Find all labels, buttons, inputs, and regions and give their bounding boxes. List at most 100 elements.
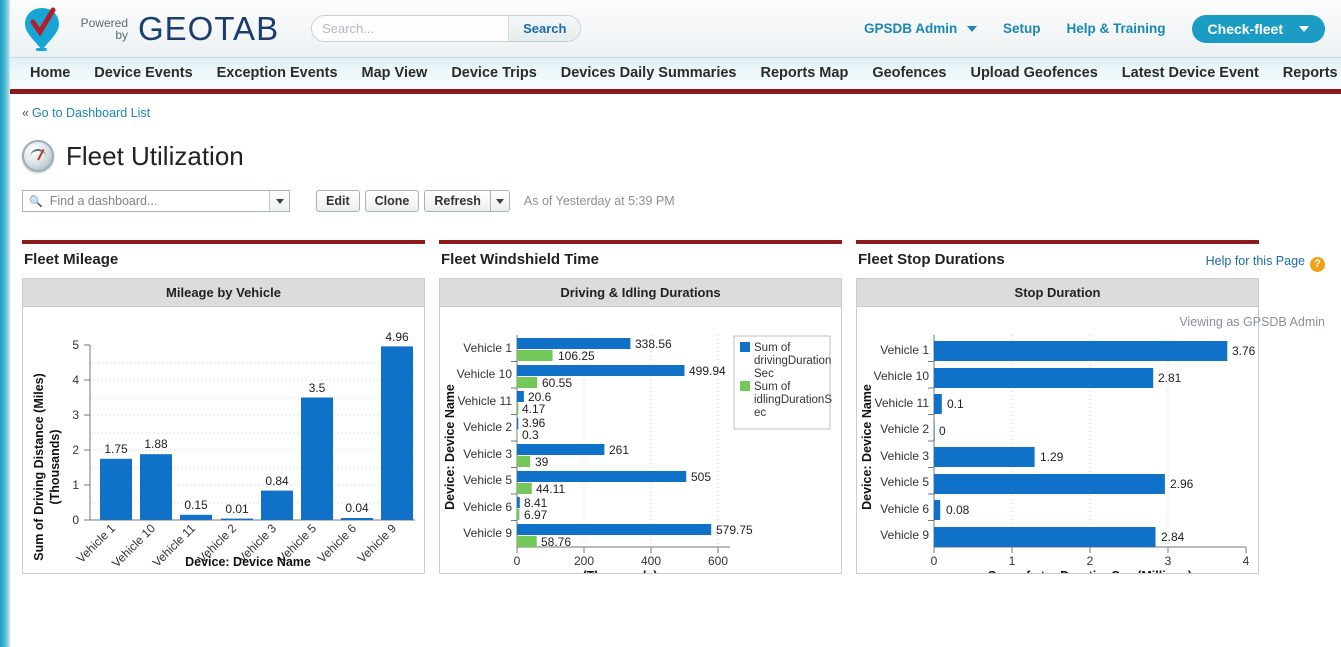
dashboard-column-fleet-windshield-time: Fleet Windshield Time Driving & Idling D… [439, 240, 842, 574]
chart2-bar-driving-vehicle-1[interactable] [517, 338, 631, 349]
chart2-bar-driving-vehicle-3[interactable] [517, 444, 605, 455]
global-search[interactable]: Search [311, 15, 582, 42]
chart1-ytick-3: 3 [72, 408, 79, 422]
chart3-xtick-3: 3 [1165, 554, 1172, 568]
help-for-this-page[interactable]: Help for this Page? [1206, 254, 1325, 272]
tab-device-events[interactable]: Device Events [82, 58, 204, 89]
chart3-ytick-1: Vehicle 10 [874, 369, 930, 383]
find-dashboard-dropdown-button[interactable] [269, 191, 289, 211]
clone-button[interactable]: Clone [364, 190, 420, 212]
chart2-bar-driving-vehicle-2[interactable] [517, 418, 519, 429]
chart2-ytick-3: Vehicle 2 [463, 420, 512, 434]
chart2-bar-driving-vehicle-9[interactable] [517, 524, 712, 535]
chart2-bar-driving-vehicle-6[interactable] [517, 497, 520, 508]
tab-geofences[interactable]: Geofences [860, 58, 958, 89]
tab-map-view[interactable]: Map View [350, 58, 440, 89]
find-dashboard-combobox[interactable]: 🔍 [22, 190, 290, 212]
chart2-bar-idling-vehicle-5[interactable] [517, 483, 532, 494]
chart1-xtick-6: Vehicle 6 [315, 521, 360, 566]
chart3-xtick-4: 4 [1243, 554, 1250, 568]
search-button[interactable]: Search [508, 16, 581, 41]
find-dashboard-input[interactable] [47, 192, 269, 210]
tab-reports-map[interactable]: Reports Map [748, 58, 860, 89]
chart1-value-vehicle-10: 1.88 [144, 437, 168, 451]
tab-device-trips[interactable]: Device Trips [439, 58, 548, 89]
chart2-ytick-4: Vehicle 3 [463, 447, 512, 461]
chart1-bar-vehicle-10[interactable] [140, 454, 172, 520]
chart2-bar-driving-vehicle-10[interactable] [517, 365, 685, 376]
chart2-bar-idling-vehicle-10[interactable] [517, 377, 538, 388]
chart-stop-duration[interactable]: Device: Device Name Vehicle 1 Vehicle 10 [857, 307, 1258, 573]
chart2-legend-driving-l2: drivingDuration [754, 355, 831, 367]
app-switcher-check-fleet[interactable]: Check-fleet [1191, 14, 1325, 43]
chart3-ytick-5: Vehicle 5 [880, 475, 929, 489]
chart3-bar-vehicle-11[interactable] [934, 394, 942, 414]
chart1-bar-vehicle-5[interactable] [301, 397, 333, 521]
chart2-value-driving-vehicle-9: 579.75 [716, 523, 753, 537]
chart1-bar-vehicle-3[interactable] [261, 490, 293, 520]
chart3-bar-vehicle-6[interactable] [934, 500, 941, 520]
dashboard-column-fleet-mileage: Fleet Mileage Mileage by Vehicle Sum of … [22, 240, 425, 574]
chart3-bar-vehicle-2[interactable] [934, 421, 935, 441]
refresh-dropdown-button[interactable] [489, 190, 510, 212]
chart1-bar-vehicle-2[interactable] [221, 518, 253, 520]
chart1-bar-vehicle-6[interactable] [341, 518, 373, 520]
user-menu-gpsdb-admin[interactable]: GPSDB Admin [864, 21, 977, 36]
chart2-bar-driving-vehicle-11[interactable] [517, 391, 524, 402]
chart2-ytick-7: Vehicle 9 [463, 526, 512, 540]
chart1-bar-vehicle-1[interactable] [100, 458, 132, 520]
tab-devices-daily-summaries[interactable]: Devices Daily Summaries [549, 58, 749, 89]
dashboard-toolbar: 🔍 Edit Clone Refresh As of Yesterday at … [22, 190, 1325, 212]
chart2-value-idling-vehicle-9: 58.76 [541, 535, 571, 549]
chart1-value-vehicle-1: 1.75 [104, 442, 128, 456]
brand-area: Powered by GEOTAB [22, 6, 279, 52]
chart2-bar-idling-vehicle-1[interactable] [517, 350, 553, 361]
tab-latest-device-event[interactable]: Latest Device Event [1110, 58, 1271, 89]
chart1-value-vehicle-5: 3.5 [309, 381, 326, 395]
chart-driving-idling-durations[interactable]: Device: Device Name Vehicle 1 Vehicle 10… [440, 307, 841, 573]
chart3-xtick-0: 0 [931, 554, 938, 568]
top-header-bar: Powered by GEOTAB Search GPSDB Admin Set… [0, 0, 1341, 58]
setup-link[interactable]: Setup [1003, 21, 1041, 36]
chart1-ytick-5: 5 [72, 338, 79, 352]
refresh-button[interactable]: Refresh [424, 190, 490, 212]
chart1-y-axis: 0 1 2 3 4 5 [72, 338, 91, 527]
chart1-ytick-4: 4 [72, 373, 79, 387]
chart3-x-tick-labels: 0 1 2 3 4 [931, 547, 1250, 568]
chart3-bar-vehicle-5[interactable] [934, 474, 1165, 494]
tab-reports[interactable]: Reports [1271, 58, 1341, 89]
chart2-value-driving-vehicle-5: 505 [691, 470, 711, 484]
chart2-xtick-2: 400 [641, 554, 661, 568]
left-edge-accent-strip [0, 0, 10, 647]
chart3-bar-vehicle-3[interactable] [934, 447, 1035, 467]
chart2-value-idling-vehicle-11: 4.17 [522, 402, 546, 416]
chart2-bar-driving-vehicle-5[interactable] [517, 471, 687, 482]
edit-button[interactable]: Edit [316, 190, 360, 212]
search-icon: 🔍 [29, 195, 43, 208]
dashboard-grid: Fleet Mileage Mileage by Vehicle Sum of … [22, 240, 1325, 574]
chart3-bar-vehicle-10[interactable] [934, 368, 1154, 388]
chart2-bar-idling-vehicle-2[interactable] [517, 430, 518, 441]
chart1-bar-vehicle-9[interactable] [381, 346, 413, 520]
help-for-this-page-link[interactable]: Help for this Page [1206, 254, 1305, 268]
chart2-bar-idling-vehicle-6[interactable] [517, 509, 520, 520]
chart1-value-vehicle-9: 4.96 [385, 330, 409, 344]
chart2-bar-idling-vehicle-11[interactable] [517, 403, 519, 414]
tab-upload-geofences[interactable]: Upload Geofences [958, 58, 1109, 89]
tab-exception-events[interactable]: Exception Events [205, 58, 350, 89]
chart2-xtick-0: 0 [514, 554, 521, 568]
chart3-bar-vehicle-9[interactable] [934, 527, 1156, 547]
breadcrumb[interactable]: «Go to Dashboard List [22, 106, 1325, 120]
chart2-bar-idling-vehicle-9[interactable] [517, 536, 537, 547]
tab-home[interactable]: Home [18, 58, 82, 89]
chart2-xtick-3: 600 [708, 554, 728, 568]
chart1-bar-vehicle-11[interactable] [180, 514, 212, 520]
search-input[interactable] [312, 16, 509, 41]
chart3-bar-vehicle-1[interactable] [934, 341, 1228, 361]
chart2-bar-idling-vehicle-3[interactable] [517, 456, 531, 467]
chart2-ytick-1: Vehicle 10 [457, 367, 513, 381]
page-content: «Go to Dashboard List Help for this Page… [0, 106, 1341, 574]
chart-mileage-by-vehicle[interactable]: Sum of Driving Distance (Miles) (Thousan… [23, 307, 424, 573]
chart2-legend-driving-l1: Sum of [754, 342, 791, 354]
help-training-link[interactable]: Help & Training [1067, 21, 1166, 36]
